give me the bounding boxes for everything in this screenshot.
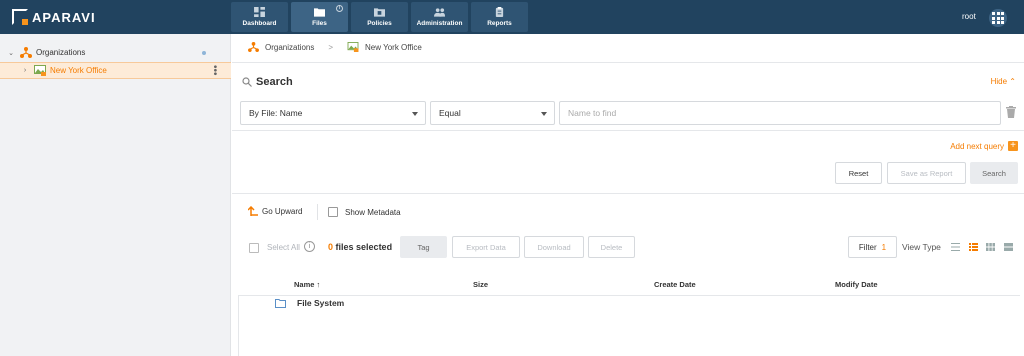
divider (232, 193, 1024, 194)
nav-dashboard[interactable]: Dashboard (231, 2, 288, 32)
list-view-icon[interactable] (951, 243, 960, 251)
breadcrumb-separator: > (328, 42, 334, 52)
divider (232, 130, 1024, 131)
search-heading: Search (242, 76, 293, 88)
go-upward-icon (248, 206, 258, 216)
status-dot (202, 50, 206, 55)
column-header-create-date[interactable]: Create Date (654, 280, 696, 289)
caret-down-icon (541, 112, 547, 116)
plus-icon[interactable]: + (1008, 141, 1018, 151)
top-bar: APARAVI Dashboard Files i Policies Admin… (0, 0, 1024, 34)
dashboard-icon (254, 7, 265, 17)
user-name[interactable]: root (962, 12, 976, 21)
organizations-icon (20, 47, 32, 58)
card-view-icon[interactable] (1004, 243, 1013, 251)
tree-item-label: Organizations (36, 48, 86, 57)
logo-text: APARAVI (32, 9, 96, 25)
reset-button[interactable]: Reset (835, 162, 882, 184)
nav-files-label: Files (312, 20, 327, 27)
search-operator-select[interactable]: Equal (430, 101, 555, 125)
office-icon (347, 42, 359, 52)
nav-administration-label: Administration (416, 20, 463, 27)
tree-item-label: New York Office (50, 66, 107, 75)
delete-button[interactable]: Delete (588, 236, 635, 258)
name-to-find-input[interactable]: Name to find (559, 101, 1001, 125)
name-to-find-placeholder: Name to find (568, 108, 617, 118)
nav-policies[interactable]: Policies (351, 2, 408, 32)
search-operator-value: Equal (439, 108, 461, 118)
search-icon (242, 77, 252, 87)
kebab-menu-icon[interactable]: ••• (209, 65, 220, 76)
filter-label: Filter (858, 242, 877, 252)
files-selected-number: 0 (328, 242, 334, 252)
add-next-query-link[interactable]: Add next query (950, 142, 1004, 151)
sidebar-tree: ⌄ Organizations › New York Office ••• (0, 34, 231, 356)
column-header-size[interactable]: Size (473, 280, 488, 289)
detail-list-view-icon[interactable] (969, 243, 978, 251)
files-selected-count: 0 files selected (328, 242, 392, 252)
nav-policies-label: Policies (367, 20, 392, 27)
office-icon (34, 65, 46, 76)
aparavi-logo[interactable]: APARAVI (12, 8, 96, 26)
chevron-up-icon: ⌃ (1009, 77, 1016, 86)
organizations-icon (248, 42, 259, 52)
save-as-report-button[interactable]: Save as Report (887, 162, 966, 184)
nav-administration[interactable]: Administration (411, 2, 468, 32)
table-body-border (238, 295, 1020, 296)
show-metadata-label[interactable]: Show Metadata (345, 208, 401, 217)
hide-label: Hide (990, 77, 1008, 86)
view-type-label: View Type (902, 242, 941, 252)
divider (232, 62, 1024, 63)
info-icon[interactable]: i (304, 241, 315, 252)
nav-dashboard-label: Dashboard (242, 20, 277, 27)
grid-view-icon[interactable] (986, 243, 995, 251)
row-name: File System (297, 298, 345, 308)
folder-icon (314, 8, 325, 17)
table-body-border (238, 295, 239, 356)
select-all-checkbox[interactable] (249, 243, 259, 253)
folder-icon (275, 298, 286, 308)
search-title: Search (256, 76, 293, 88)
breadcrumb-organizations[interactable]: Organizations (265, 43, 314, 52)
users-icon (434, 8, 445, 17)
sort-ascending-icon: ↑ (316, 280, 321, 289)
main-panel: Organizations > New York Office Search H… (232, 34, 1024, 356)
select-all-label[interactable]: Select All (267, 243, 300, 252)
divider (317, 204, 318, 220)
tree-item-new-york-office[interactable]: › New York Office ••• (0, 62, 231, 79)
filter-button[interactable]: Filter 1 (848, 236, 897, 258)
download-button[interactable]: Download (524, 236, 584, 258)
show-metadata-checkbox[interactable] (328, 207, 338, 217)
nav-files[interactable]: Files i (291, 2, 348, 32)
column-name-label: Name (294, 280, 315, 289)
hide-search-toggle[interactable]: Hide ⌃ (991, 77, 1016, 86)
search-field-value: By File: Name (249, 108, 303, 118)
table-row[interactable]: File System (275, 298, 344, 308)
files-selected-label: files selected (335, 242, 393, 252)
column-header-modify-date[interactable]: Modify Date (835, 280, 878, 289)
tag-button[interactable]: Tag (400, 236, 447, 258)
breadcrumb: Organizations > New York Office (248, 42, 422, 52)
nav-reports[interactable]: Reports (471, 2, 528, 32)
policies-icon (374, 8, 385, 17)
export-data-button[interactable]: Export Data (452, 236, 520, 258)
breadcrumb-new-york-office[interactable]: New York Office (365, 43, 422, 52)
trash-icon[interactable] (1006, 106, 1016, 118)
caret-down-icon (412, 112, 418, 116)
go-upward-button[interactable]: Go Upward (248, 206, 302, 216)
main-nav: Dashboard Files i Policies Administratio… (231, 2, 528, 32)
logo-mark-icon (12, 9, 28, 25)
go-upward-label: Go Upward (262, 206, 303, 216)
search-field-select[interactable]: By File: Name (240, 101, 426, 125)
chevron-right-icon[interactable]: › (20, 67, 30, 74)
column-header-name[interactable]: Name ↑ (294, 280, 320, 289)
search-button[interactable]: Search (970, 162, 1018, 184)
chevron-down-icon[interactable]: ⌄ (6, 49, 16, 57)
nav-reports-label: Reports (487, 20, 512, 27)
reports-icon (495, 7, 504, 17)
filter-count: 1 (881, 242, 887, 252)
tree-item-organizations[interactable]: ⌄ Organizations (0, 44, 231, 61)
apps-grid-icon[interactable] (989, 9, 1007, 27)
files-info-icon[interactable]: i (336, 5, 343, 12)
